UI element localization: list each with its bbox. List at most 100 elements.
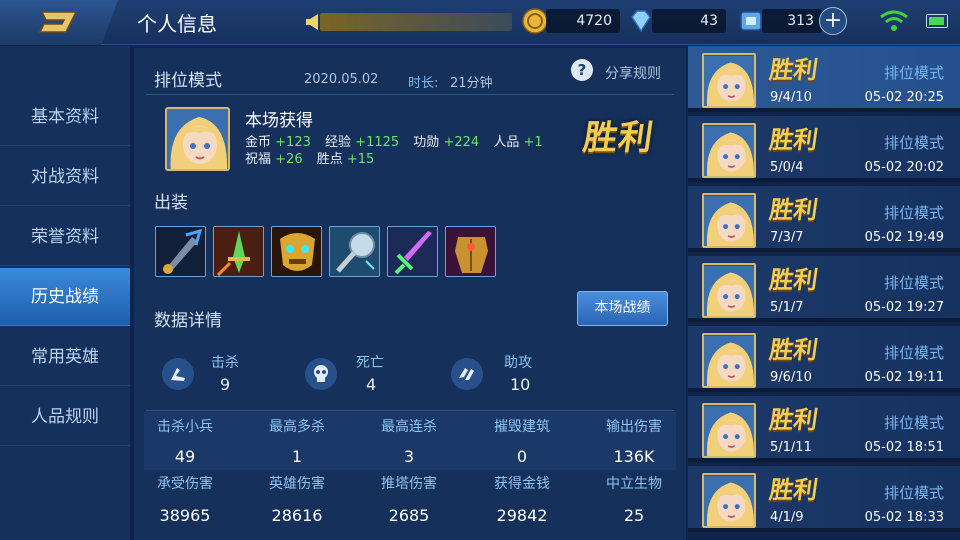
rewards-title: 本场获得	[245, 111, 313, 131]
green-sword-item-icon[interactable]	[213, 226, 264, 277]
match-kda: 7/3/7	[770, 230, 804, 245]
match-kda: 4/1/9	[770, 510, 804, 525]
back-arrow-icon	[38, 11, 78, 33]
match-time: 05-02 19:27	[864, 300, 944, 315]
crystal-sword-item-icon[interactable]	[387, 226, 438, 277]
match-history-item[interactable]: 胜利 9/6/10 排位模式 05-02 19:11	[688, 326, 960, 392]
kill-icon	[162, 358, 194, 390]
hero-portrait	[702, 193, 756, 248]
skull-icon	[305, 358, 337, 390]
share-rules-link[interactable]: 分享规则	[605, 63, 661, 83]
top-bar: 个人信息 4720 43 313 +	[0, 0, 960, 45]
gold-amount: 4720	[546, 9, 620, 33]
match-kda: 9/4/10	[770, 90, 812, 105]
match-mode: 排位模式	[883, 134, 944, 152]
assist-icon	[451, 358, 483, 390]
sidebar-item-battle-info[interactable]: 对战资料	[0, 148, 130, 206]
match-time: 05-02 19:11	[864, 370, 944, 385]
hero-portrait	[702, 473, 756, 528]
match-history-item[interactable]: 胜利 5/1/11 排位模式 05-02 18:51	[688, 396, 960, 462]
diamond-amount: 43	[652, 9, 726, 33]
golden-armor-item-icon[interactable]	[445, 226, 496, 277]
match-result: 胜利	[767, 405, 820, 434]
stat-damage-taken-label: 承受伤害	[157, 476, 213, 492]
match-result: 胜利	[767, 55, 820, 84]
wifi-icon	[880, 10, 908, 31]
stat-neutral-creeps-label: 中立生物	[606, 476, 662, 492]
reward-victory-points-value: +15	[346, 152, 375, 167]
match-time: 05-02 20:02	[864, 160, 944, 175]
sidebar-item-basic-info[interactable]: 基本资料	[0, 88, 130, 146]
duration-label: 时长:	[408, 76, 439, 91]
stat-max-multikill-value: 1	[291, 447, 303, 466]
hammer-item-icon[interactable]	[329, 226, 380, 277]
match-kda: 9/6/10	[770, 370, 812, 385]
match-mode: 排位模式	[883, 274, 944, 292]
match-time: 05-02 18:33	[864, 510, 944, 525]
reward-merit-value: +224	[443, 135, 480, 150]
hero-portrait	[702, 263, 756, 318]
sidebar-item-reputation-rules[interactable]: 人品规则	[0, 388, 130, 446]
blade-item-icon[interactable]	[155, 226, 206, 277]
stat-max-multikill-label: 最高多杀	[269, 419, 325, 435]
match-date: 2020.05.02	[304, 72, 379, 87]
match-time: 05-02 18:51	[864, 440, 944, 455]
rewards-line-2: 祝福 +26 胜点 +15	[245, 148, 384, 167]
stat-damage-dealt-value: 136K	[613, 447, 655, 466]
assists-value: 10	[510, 375, 531, 394]
reward-victory-points-label: 胜点	[316, 152, 343, 167]
match-history-item[interactable]: 胜利 5/0/4 排位模式 05-02 20:02	[688, 116, 960, 182]
match-time: 05-02 20:25	[864, 90, 944, 105]
stat-hero-damage-value: 28616	[271, 506, 323, 525]
divider	[146, 94, 674, 95]
match-result: 胜利	[767, 265, 820, 294]
match-history-item[interactable]: 胜利 7/3/7 排位模式 05-02 19:49	[688, 186, 960, 252]
sidebar-item-match-history[interactable]: 历史战绩	[0, 268, 130, 326]
match-history-item[interactable]: 胜利 5/1/7 排位模式 05-02 19:27	[688, 256, 960, 322]
match-result: 胜利	[767, 125, 820, 154]
deaths-label: 死亡	[356, 355, 384, 371]
match-kda: 5/1/11	[770, 440, 812, 455]
victory-result: 胜利	[580, 118, 657, 158]
match-mode-title: 排位模式	[154, 71, 222, 91]
reward-reputation-value: +1	[523, 135, 543, 150]
recharge-plus-button[interactable]: +	[819, 7, 847, 35]
diamond-icon	[631, 10, 651, 33]
stat-tower-damage-value: 2685	[388, 506, 430, 525]
voucher-icon	[740, 11, 762, 31]
broadcast-bar[interactable]	[320, 13, 512, 31]
hero-portrait	[702, 53, 756, 108]
match-mode: 排位模式	[883, 204, 944, 222]
match-history-item[interactable]: 胜利 9/4/10 排位模式 05-02 20:25	[688, 46, 960, 112]
stat-max-streak-value: 3	[403, 447, 415, 466]
assists-label: 助攻	[504, 355, 532, 371]
match-mode: 排位模式	[883, 344, 944, 362]
stat-hero-damage-label: 英雄伤害	[269, 476, 325, 492]
sidebar-item-honor-info[interactable]: 荣誉资料	[0, 208, 130, 266]
match-duration: 21分钟	[450, 76, 493, 91]
kills-value: 9	[220, 375, 231, 394]
stat-minion-kills-value: 49	[174, 447, 196, 466]
stat-damage-dealt-label: 输出伤害	[606, 419, 662, 435]
stat-gold-earned-label: 获得金钱	[494, 476, 550, 492]
golden-mask-item-icon[interactable]	[271, 226, 322, 277]
match-kda: 5/0/4	[770, 160, 804, 175]
gold-coin-icon	[522, 8, 548, 34]
match-history-list: 胜利 9/4/10 排位模式 05-02 20:25 胜利 5/0/4 排位模式 05-02 …	[688, 46, 960, 540]
kills-label: 击杀	[211, 355, 239, 371]
battery-icon	[926, 14, 948, 28]
hero-portrait	[702, 403, 756, 458]
page-title: 个人信息	[137, 12, 217, 36]
match-history-item[interactable]: 胜利 4/1/9 排位模式 05-02 18:33	[688, 466, 960, 532]
reward-reputation-label: 人品	[493, 135, 520, 150]
stat-gold-earned-value: 29842	[496, 506, 548, 525]
stat-buildings-destroyed-value: 0	[516, 447, 528, 466]
voucher-amount: 313	[762, 9, 822, 33]
back-button[interactable]	[0, 0, 118, 45]
help-icon[interactable]: ?	[571, 59, 593, 81]
stat-neutral-creeps-value: 25	[623, 506, 645, 525]
match-detail-panel: 排位模式 2020.05.02 时长: 21分钟 ? 分享规则 本场获得 金币 …	[134, 48, 686, 540]
match-scoreboard-button[interactable]: 本场战绩	[577, 291, 668, 326]
sidebar-item-common-heroes[interactable]: 常用英雄	[0, 328, 130, 386]
match-result: 胜利	[767, 195, 820, 224]
